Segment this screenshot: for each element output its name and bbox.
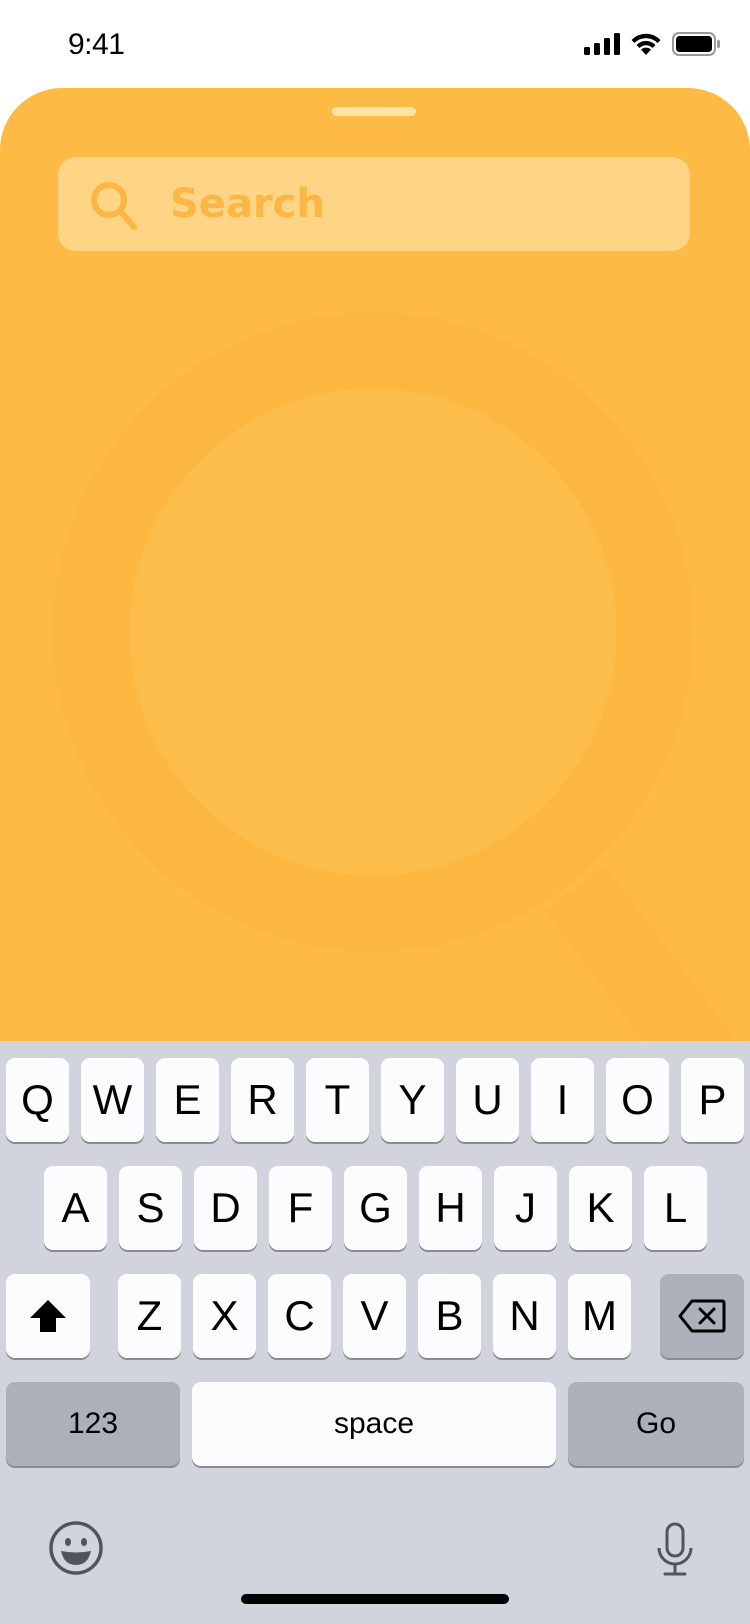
numbers-key[interactable]: 123 [6,1382,180,1466]
wifi-icon [631,33,661,55]
key-b[interactable]: B [418,1274,481,1358]
cellular-signal-icon [584,33,620,55]
key-v-label: V [360,1292,389,1339]
key-a-label: A [61,1184,90,1231]
key-d[interactable]: D [194,1166,257,1250]
key-v[interactable]: V [343,1274,406,1358]
key-s[interactable]: S [119,1166,182,1250]
key-q[interactable]: Q [6,1058,69,1142]
key-u[interactable]: U [456,1058,519,1142]
home-indicator [241,1594,509,1604]
sheet-grabber[interactable] [332,107,416,116]
key-t[interactable]: T [306,1058,369,1142]
key-w[interactable]: W [81,1058,144,1142]
key-j-label: J [515,1184,536,1231]
battery-icon [672,32,720,56]
key-r[interactable]: R [231,1058,294,1142]
search-input[interactable]: Search [170,181,325,227]
search-sheet: Search [0,88,750,1088]
key-z-label: Z [136,1292,163,1339]
key-i[interactable]: I [531,1058,594,1142]
key-r-label: R [247,1076,278,1123]
key-l-label: L [663,1184,688,1231]
space-key-label: space [333,1407,415,1440]
key-c[interactable]: C [268,1274,331,1358]
key-p[interactable]: P [681,1058,744,1142]
shift-key[interactable] [6,1274,90,1358]
go-key-label: Go [635,1407,677,1440]
key-t-label: T [324,1076,351,1123]
key-a[interactable]: A [44,1166,107,1250]
space-key[interactable]: space [192,1382,556,1466]
status-icons [584,32,720,56]
key-d-label: D [210,1184,241,1231]
numbers-key-label: 123 [67,1407,119,1440]
shift-icon [30,1300,66,1332]
key-s-label: S [136,1184,165,1231]
key-h-label: H [435,1184,466,1231]
key-g-label: G [359,1184,392,1231]
emoji-button[interactable] [48,1520,104,1581]
key-b-label: B [435,1292,464,1339]
emoji-icon [49,1521,103,1575]
key-x[interactable]: X [193,1274,256,1358]
key-i-label: I [556,1076,569,1123]
key-k[interactable]: K [569,1166,632,1250]
search-bar[interactable]: Search [58,157,690,251]
status-time: 9:41 [68,28,125,61]
key-j[interactable]: J [494,1166,557,1250]
delete-key[interactable] [660,1274,744,1358]
key-e-label: E [173,1076,202,1123]
key-w-label: W [92,1076,133,1123]
status-bar: 9:41 [0,0,750,88]
key-h[interactable]: H [419,1166,482,1250]
key-q-label: Q [21,1076,54,1123]
key-m[interactable]: M [568,1274,631,1358]
key-k-label: K [586,1184,615,1231]
key-c-label: C [284,1292,315,1339]
key-o-label: O [621,1076,654,1123]
key-z[interactable]: Z [118,1274,181,1358]
key-n-label: N [509,1292,540,1339]
key-o[interactable]: O [606,1058,669,1142]
dictation-button[interactable] [655,1522,695,1583]
go-key[interactable]: Go [568,1382,744,1466]
key-y[interactable]: Y [381,1058,444,1142]
key-u-label: U [472,1076,503,1123]
search-icon [91,182,137,230]
key-e[interactable]: E [156,1058,219,1142]
key-y-label: Y [398,1076,427,1123]
microphone-icon [657,1522,693,1576]
key-l[interactable]: L [644,1166,707,1250]
key-f-label: F [287,1184,314,1231]
key-f[interactable]: F [269,1166,332,1250]
key-n[interactable]: N [493,1274,556,1358]
key-g[interactable]: G [344,1166,407,1250]
key-p-label: P [698,1076,727,1123]
key-m-label: M [582,1292,617,1339]
key-x-label: X [210,1292,239,1339]
delete-icon [678,1299,726,1333]
